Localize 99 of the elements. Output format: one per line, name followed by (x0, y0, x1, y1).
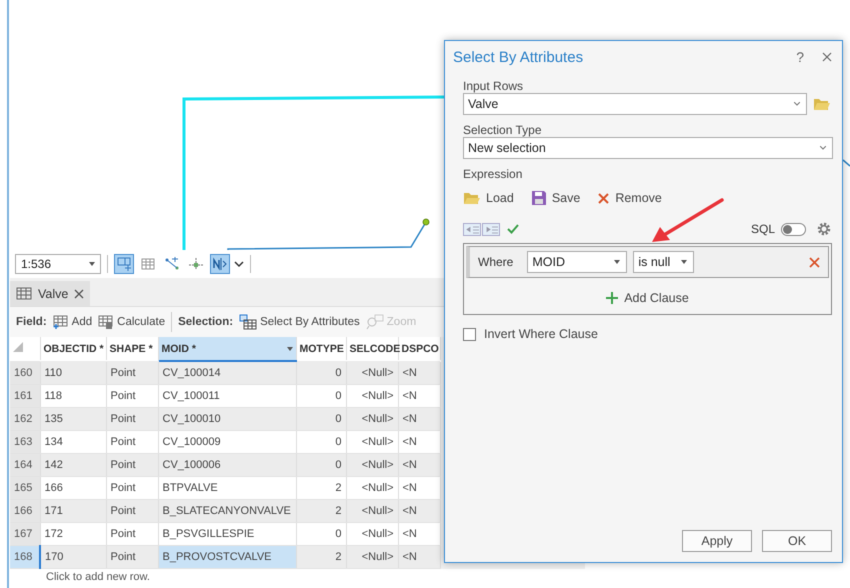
table-calculate-icon (98, 315, 114, 329)
help-button[interactable]: ? (796, 49, 804, 65)
table-cell: B_PROVOSTCVALVE (158, 546, 296, 568)
grid-add-icon[interactable] (114, 254, 134, 274)
expression-label: Expression (463, 167, 524, 181)
field-dropdown[interactable]: MOID (527, 251, 628, 273)
table-cell: Point (106, 454, 158, 476)
table-cell: <N (398, 500, 440, 522)
select-by-attributes-button[interactable]: Select By Attributes (239, 314, 360, 330)
plus-icon (606, 292, 618, 304)
remove-icon (598, 192, 610, 204)
calculate-button[interactable]: Calculate (98, 315, 166, 329)
remove-button[interactable]: Remove (598, 191, 662, 205)
settings-icon[interactable] (816, 221, 832, 237)
invert-label: Invert Where Clause (484, 327, 598, 341)
row-number[interactable]: 161 (10, 384, 40, 408)
caret-icon (89, 262, 95, 266)
field-label: Input Rows (463, 79, 524, 93)
map-point (422, 218, 430, 226)
add-clause-button[interactable]: Add Clause (600, 290, 695, 306)
table-cell: <Null> (346, 500, 398, 522)
remove-clause-icon[interactable] (809, 256, 820, 268)
caret-icon (614, 260, 620, 264)
table-cell: Point (106, 361, 158, 384)
table-cell: Point (106, 500, 158, 522)
column-header[interactable]: SHAPE * (106, 337, 158, 361)
caret-icon (286, 346, 292, 350)
table-cell: <N (398, 454, 440, 476)
apply-button[interactable]: Apply (682, 530, 752, 552)
selection-type-dropdown[interactable]: New selection (463, 137, 833, 159)
save-button[interactable]: Save (532, 191, 580, 205)
column-header[interactable]: SELCODE (346, 337, 398, 361)
caret-icon (794, 102, 800, 106)
table-cell: <Null> (346, 361, 398, 384)
table-cell: CV_100010 (158, 408, 296, 430)
field-label: Selection Type (463, 123, 542, 137)
table-cell: 2 (296, 500, 346, 522)
input-rows-dropdown[interactable]: Valve (463, 93, 807, 115)
table-cell: 0 (296, 408, 346, 430)
table-cell: CV_100014 (158, 361, 296, 384)
table-cell: 135 (40, 408, 106, 430)
table-cell: <N (398, 546, 440, 568)
table-add-icon (52, 315, 69, 329)
row-number[interactable]: 165 (10, 476, 40, 500)
folder-icon (463, 192, 480, 204)
where-label: Where (478, 255, 514, 269)
table-cell: 142 (40, 454, 106, 476)
table-cell: B_SLATECANYONVALVE (158, 500, 296, 522)
table-cell: <N (398, 408, 440, 430)
row-number[interactable]: 168 (10, 546, 40, 568)
sql-label: SQL (750, 222, 775, 236)
table-cell: <Null> (346, 408, 398, 430)
table-cell: Point (106, 546, 158, 568)
row-number[interactable]: 166 (10, 500, 40, 522)
row-number[interactable]: 160 (10, 361, 40, 384)
table-cell: 171 (40, 500, 106, 522)
table-cell: 110 (40, 361, 106, 384)
table-cell: 170 (40, 546, 106, 568)
column-header[interactable]: OBJECTID * (40, 337, 106, 361)
table-cell: 0 (296, 361, 346, 384)
scale-dropdown[interactable]: 1:536 (15, 254, 101, 274)
table-tab[interactable]: Valve (10, 281, 90, 306)
tab-title: Valve (38, 286, 68, 300)
table-cell: <Null> (346, 546, 398, 568)
row-number[interactable]: 163 (10, 430, 40, 454)
column-header[interactable]: MOTYPE (296, 337, 346, 361)
add-field-button[interactable]: Add (52, 315, 92, 329)
close-icon[interactable] (822, 52, 832, 62)
row-number[interactable]: 162 (10, 408, 40, 430)
dialog-title: Select By Attributes (453, 48, 584, 66)
operator-dropdown[interactable]: is null (633, 251, 694, 273)
map-pipe-line (842, 159, 850, 167)
indent-icon[interactable] (463, 222, 501, 236)
save-icon (532, 191, 546, 205)
column-header[interactable]: MOID * (158, 337, 296, 361)
check-icon[interactable] (507, 224, 519, 234)
ok-button[interactable]: OK (762, 530, 832, 552)
caret-icon (681, 260, 688, 264)
chevron-icon[interactable] (234, 260, 244, 268)
load-button[interactable]: Load (463, 191, 514, 205)
flip-icon[interactable] (210, 254, 230, 274)
field-label: Field: (16, 316, 47, 328)
row-number[interactable]: 167 (10, 522, 40, 546)
caret-icon (820, 146, 826, 150)
add-row-hint[interactable]: Click to add new row. (46, 571, 150, 583)
table-cell: CV_100006 (158, 454, 296, 476)
row-number[interactable]: 164 (10, 454, 40, 476)
table-cell: <N (398, 361, 440, 384)
table-icon (16, 287, 32, 300)
invert-checkbox[interactable] (463, 328, 476, 340)
close-icon[interactable] (74, 288, 84, 298)
table-cell: <Null> (346, 454, 398, 476)
table-cell: 2 (296, 546, 346, 568)
sql-toggle[interactable] (781, 222, 806, 236)
selection-label: Selection: (178, 316, 234, 328)
table-cell: Point (106, 408, 158, 430)
zoom-icon (366, 314, 384, 330)
table-select-icon (239, 314, 258, 330)
table-cell: 0 (296, 454, 346, 476)
